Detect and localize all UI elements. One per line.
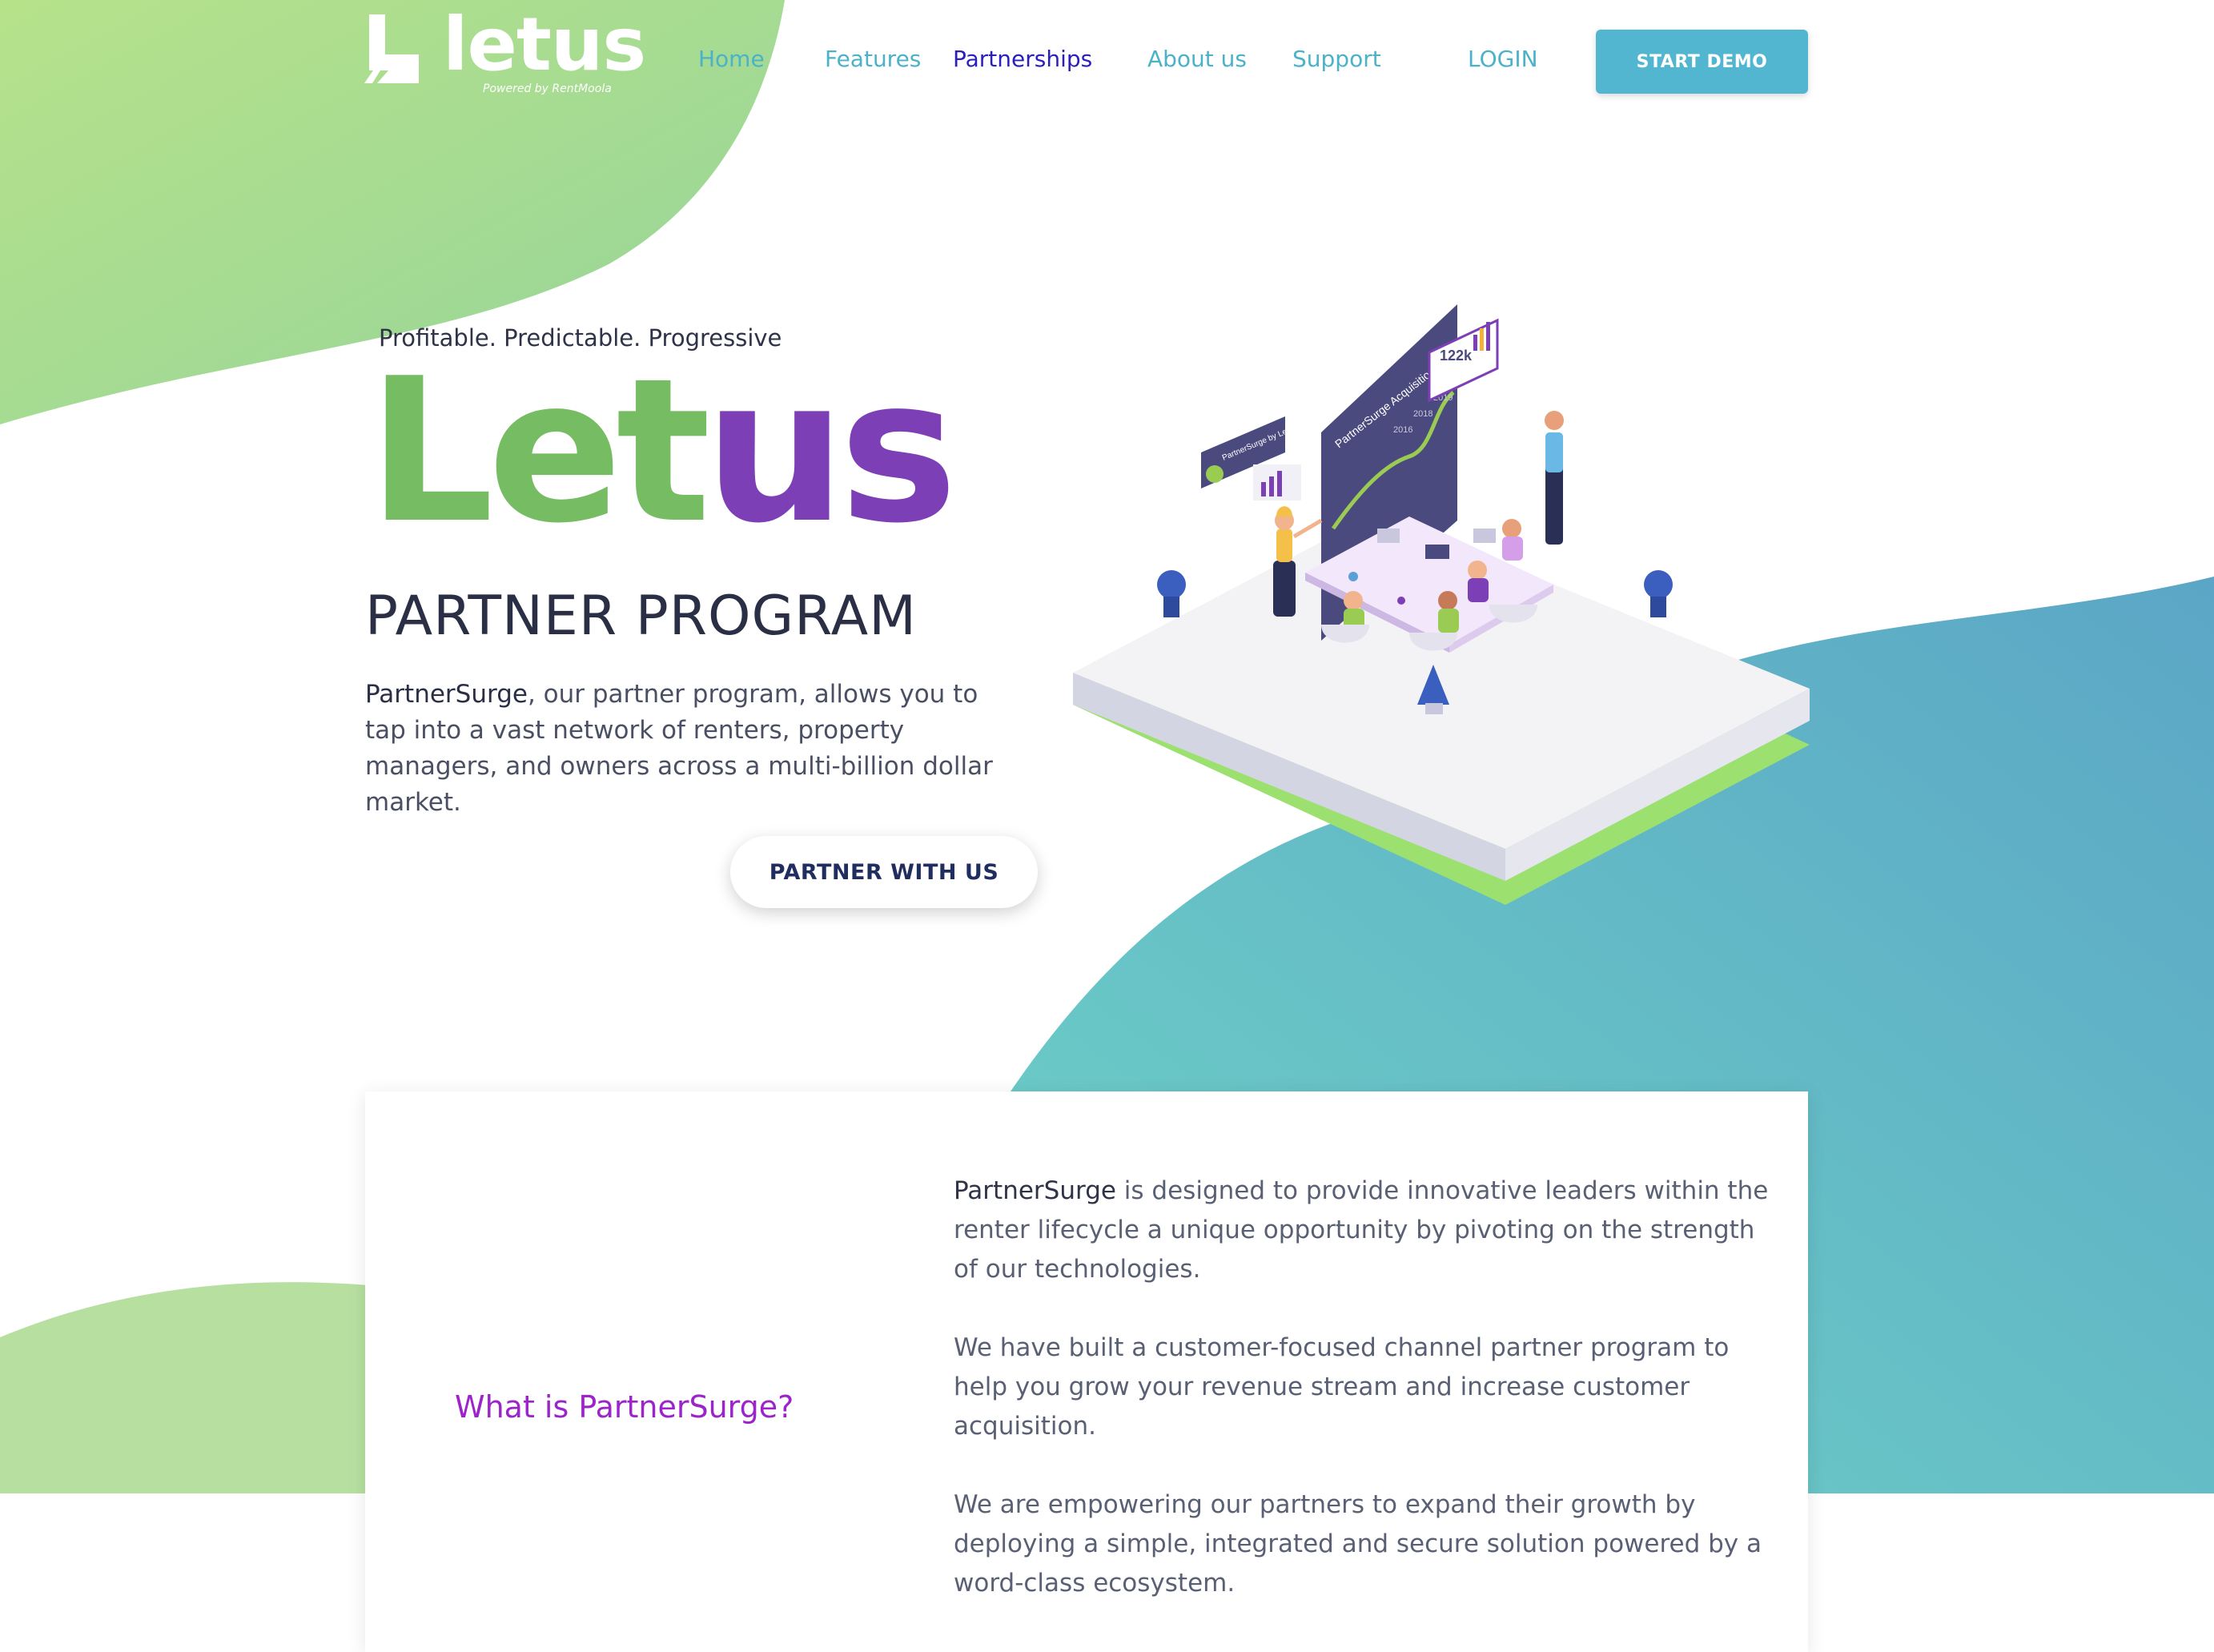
nav-about-us[interactable]: About us (1147, 46, 1247, 72)
standing-person (1545, 411, 1564, 545)
plant-right (1644, 570, 1673, 617)
nav-partnerships[interactable]: Partnerships (953, 46, 1092, 72)
plant-left (1157, 570, 1186, 617)
partner-with-us-button[interactable]: PARTNER WITH US (730, 836, 1038, 908)
office-meeting-illustration: PartnerSurge Acquisitions 2016 2018 2019… (1073, 304, 1810, 905)
card-p1-strong: PartnerSurge (954, 1176, 1116, 1205)
card-question-heading: What is PartnerSurge? (455, 1389, 794, 1425)
hero-desc-strong: PartnerSurge (365, 680, 528, 709)
nav-support[interactable]: Support (1292, 46, 1381, 72)
svg-text:2018: 2018 (1413, 409, 1432, 419)
brand-part-let: Let (368, 336, 711, 567)
brand-part-us: us (704, 336, 958, 567)
card-paragraph-3: We are empowering our partners to expand… (954, 1490, 1762, 1598)
card-body: PartnerSurge is designed to provide inno… (954, 1172, 1770, 1642)
letus-logo-mark-icon (364, 14, 419, 83)
logo-tagline: Powered by RentMoola (483, 82, 612, 95)
letus-logo[interactable]: letus Powered by RentMoola (364, 2, 646, 101)
hero-description: PartnerSurge, our partner program, allow… (365, 677, 1006, 821)
nav-home[interactable]: Home (698, 46, 765, 72)
card-paragraph-2: We have built a customer-focused channel… (954, 1333, 1730, 1441)
card-paragraph-1: PartnerSurge is designed to provide inno… (954, 1172, 1770, 1289)
nav-features[interactable]: Features (825, 46, 921, 72)
hero-brand-title: Letus (368, 352, 958, 551)
start-demo-button[interactable]: START DEMO (1596, 30, 1808, 94)
nav-login[interactable]: LOGIN (1468, 46, 1538, 72)
svg-text:2016: 2016 (1393, 425, 1412, 435)
what-is-partnersurge-card: What is PartnerSurge? PartnerSurge is de… (365, 1091, 1808, 1652)
svg-text:122k: 122k (1440, 348, 1473, 364)
logo-wordmark: letus (443, 2, 646, 87)
hero-program-heading: PARTNER PROGRAM (365, 585, 917, 648)
